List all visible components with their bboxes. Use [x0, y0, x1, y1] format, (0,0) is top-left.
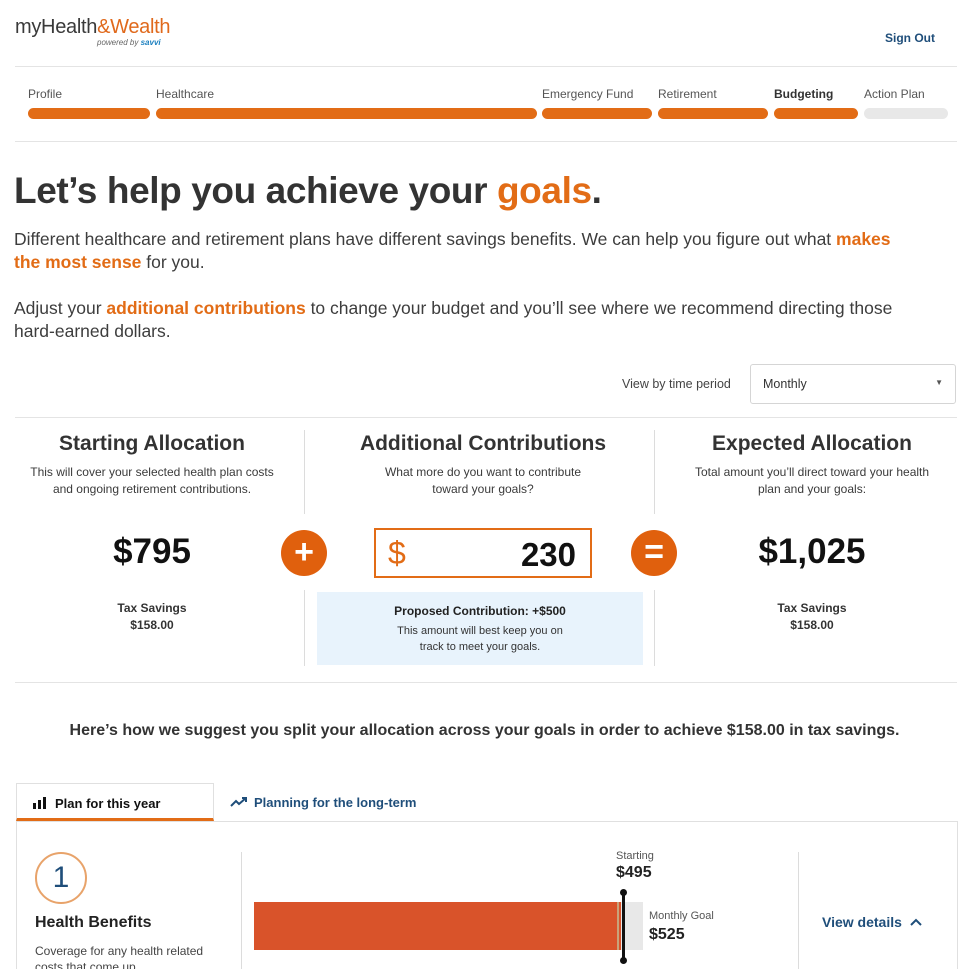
step-healthcare[interactable]: Healthcare	[156, 87, 537, 119]
goal-marker	[617, 902, 619, 950]
progress-divider	[15, 141, 957, 142]
instruction-paragraph: Adjust your additional contributions to …	[14, 298, 893, 341]
step-label: Healthcare	[156, 87, 215, 101]
goal-title: Health Benefits	[35, 914, 152, 931]
card-divider	[241, 852, 242, 969]
step-profile[interactable]: Profile	[28, 87, 150, 119]
logo-text-b: &Wealth	[97, 16, 171, 38]
monthly-goal-value: $525	[649, 926, 685, 943]
bar-chart-icon	[33, 797, 46, 809]
tab-long-term[interactable]: Planning for the long-term	[222, 783, 452, 821]
tax-savings-label: Tax Savings	[777, 601, 847, 615]
step-bar	[156, 108, 537, 119]
view-details-label: View details	[822, 914, 902, 930]
step-emergency-fund[interactable]: Emergency Fund	[542, 87, 652, 119]
expected-allocation-amount: $1,025	[758, 532, 866, 571]
allocation-suggestion-text: Here’s how we suggest you split your all…	[69, 722, 900, 739]
tab-label: Plan for this year	[55, 796, 161, 811]
logo-wordmark: myHealth&Wealth	[15, 16, 171, 39]
currency-symbol: $	[388, 535, 406, 571]
additional-contribution-input[interactable]: $ 230	[374, 528, 592, 578]
goal-progress-fill	[254, 902, 621, 950]
column-divider	[304, 430, 305, 514]
tax-savings-label: Tax Savings	[117, 601, 187, 615]
step-bar	[28, 108, 150, 119]
additional-contribution-value: 230	[520, 536, 576, 573]
intro-paragraph: Different healthcare and retirement plan…	[14, 229, 891, 272]
starting-allocation-title: Starting Allocation	[59, 432, 245, 455]
step-label: Action Plan	[864, 87, 925, 101]
starting-value: $495	[616, 864, 652, 881]
step-label: Retirement	[658, 87, 717, 101]
chevron-up-icon	[910, 918, 922, 926]
tax-savings-value: $158.00	[130, 618, 174, 632]
expected-allocation-desc: Total amount you’ll direct toward your h…	[694, 465, 930, 496]
view-details-link[interactable]: View details	[822, 914, 922, 930]
marker-dot	[620, 957, 627, 964]
step-retirement[interactable]: Retirement	[658, 87, 768, 119]
expected-tax-savings: Tax Savings $158.00	[752, 600, 872, 634]
goal-description: Coverage for any health related costs th…	[35, 944, 204, 969]
starting-marker	[622, 892, 625, 962]
expected-allocation-header: Expected Allocation Total amount you’ll …	[690, 432, 934, 498]
starting-allocation-desc: This will cover your selected health pla…	[30, 465, 274, 496]
goal-number-badge: 1	[35, 852, 87, 904]
starting-allocation-header: Starting Allocation This will cover your…	[20, 432, 284, 498]
step-budgeting[interactable]: Budgeting	[774, 87, 858, 119]
monthly-goal-label: Monthly Goal	[649, 910, 714, 922]
expected-allocation-title: Expected Allocation	[712, 432, 912, 455]
allocation-top-divider	[15, 417, 957, 418]
column-divider	[654, 430, 655, 514]
starting-allocation-amount: $795	[113, 532, 191, 571]
proposed-contribution-desc: This amount will best keep you on track …	[397, 625, 563, 653]
step-label: Budgeting	[774, 87, 834, 101]
additional-contributions-header: Additional Contributions What more do yo…	[340, 432, 626, 498]
step-bar	[864, 108, 948, 119]
allocation-bottom-divider	[15, 682, 957, 683]
sign-out-link[interactable]: Sign Out	[885, 31, 935, 45]
time-period-value: Monthly	[763, 377, 807, 391]
header-divider	[15, 66, 957, 67]
tab-label: Planning for the long-term	[254, 795, 417, 810]
proposed-contribution-banner: Proposed Contribution: +$500 This amount…	[317, 592, 643, 665]
logo-text-a: myHealth	[15, 16, 98, 38]
step-bar	[774, 108, 858, 119]
step-label: Profile	[28, 87, 63, 101]
marker-dot	[620, 889, 627, 896]
page-title: Let’s help you achieve your goals.	[14, 170, 602, 211]
starting-label: Starting	[616, 850, 654, 862]
tab-plan-this-year[interactable]: Plan for this year	[16, 783, 214, 821]
app-logo[interactable]: myHealth&Wealth powered by savvi	[15, 16, 171, 47]
trend-up-icon	[230, 797, 247, 807]
plus-icon: +	[281, 530, 327, 576]
step-bar	[542, 108, 652, 119]
time-period-select[interactable]: Monthly ▼	[750, 364, 956, 404]
caret-down-icon: ▼	[935, 378, 943, 387]
starting-tax-savings: Tax Savings $158.00	[92, 600, 212, 634]
additional-contributions-title: Additional Contributions	[359, 432, 607, 455]
step-label: Emergency Fund	[542, 87, 634, 101]
logo-powered-by: powered by savvi	[97, 38, 161, 47]
tax-savings-value: $158.00	[790, 618, 834, 632]
equals-icon: =	[631, 530, 677, 576]
logo-brand: savvi	[140, 38, 161, 47]
additional-contributions-desc: What more do you want to contribute towa…	[384, 465, 582, 496]
step-action-plan[interactable]: Action Plan	[864, 87, 948, 119]
column-divider	[654, 590, 655, 666]
step-bar	[658, 108, 768, 119]
time-period-label: View by time period	[622, 377, 731, 391]
column-divider	[304, 590, 305, 666]
proposed-contribution-title: Proposed Contribution: +$500	[394, 604, 566, 618]
card-divider	[798, 852, 799, 969]
